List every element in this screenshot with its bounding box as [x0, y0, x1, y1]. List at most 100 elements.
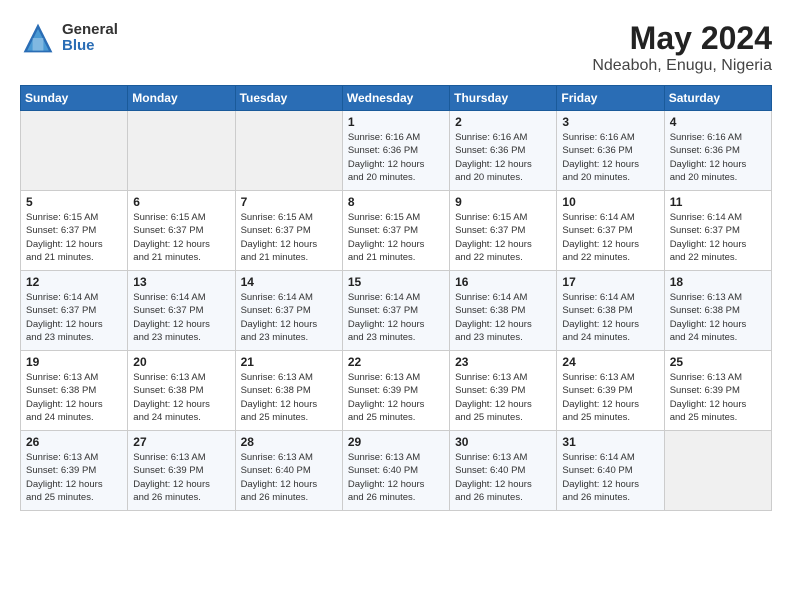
day-info: Sunrise: 6:13 AM Sunset: 6:40 PM Dayligh… — [348, 451, 444, 504]
calendar-week-row: 19 Sunrise: 6:13 AM Sunset: 6:38 PM Dayli… — [21, 351, 772, 431]
day-number: 30 — [455, 435, 551, 449]
calendar-day-cell: 5 Sunrise: 6:15 AM Sunset: 6:37 PM Daylig… — [21, 191, 128, 271]
calendar-day-cell — [235, 111, 342, 191]
day-of-week-header: Wednesday — [342, 86, 449, 111]
day-info: Sunrise: 6:14 AM Sunset: 6:37 PM Dayligh… — [670, 211, 766, 264]
day-info: Sunrise: 6:16 AM Sunset: 6:36 PM Dayligh… — [562, 131, 658, 184]
day-of-week-header: Saturday — [664, 86, 771, 111]
calendar-day-cell: 24Sunrise: 6:13 AM Sunset: 6:39 PM Dayli… — [557, 351, 664, 431]
calendar-day-cell: 4Sunrise: 6:16 AM Sunset: 6:36 PM Daylig… — [664, 111, 771, 191]
day-of-week-header: Sunday — [21, 86, 128, 111]
day-of-week-header: Friday — [557, 86, 664, 111]
calendar-day-cell: 27 Sunrise: 6:13 AM Sunset: 6:39 PM Dayli… — [128, 431, 235, 511]
day-number: 13 — [133, 275, 229, 289]
day-number: 25 — [670, 355, 766, 369]
calendar-day-cell — [664, 431, 771, 511]
logo: General Blue — [20, 20, 118, 56]
calendar-day-cell: 31 Sunrise: 6:14 AM Sunset: 6:40 PM Dayli… — [557, 431, 664, 511]
logo-text: General Blue — [62, 22, 118, 55]
day-info: Sunrise: 6:15 AM Sunset: 6:37 PM Dayligh… — [26, 211, 122, 264]
title-block: May 2024 Ndeaboh, Enugu, Nigeria — [592, 20, 772, 75]
logo-icon — [20, 20, 56, 56]
calendar-day-cell: 19 Sunrise: 6:13 AM Sunset: 6:38 PM Dayli… — [21, 351, 128, 431]
day-info: Sunrise: 6:14 AM Sunset: 6:40 PM Dayligh… — [562, 451, 658, 504]
day-number: 28 — [241, 435, 337, 449]
calendar-day-cell: 18 Sunrise: 6:13 AM Sunset: 6:38 PM Dayli… — [664, 271, 771, 351]
day-info: Sunrise: 6:14 AM Sunset: 6:38 PM Dayligh… — [455, 291, 551, 344]
day-number: 29 — [348, 435, 444, 449]
calendar-day-cell: 29 Sunrise: 6:13 AM Sunset: 6:40 PM Dayli… — [342, 431, 449, 511]
day-info: Sunrise: 6:14 AM Sunset: 6:37 PM Dayligh… — [133, 291, 229, 344]
day-info: Sunrise: 6:14 AM Sunset: 6:38 PM Dayligh… — [562, 291, 658, 344]
day-number: 27 — [133, 435, 229, 449]
day-number: 19 — [26, 355, 122, 369]
day-number: 17 — [562, 275, 658, 289]
day-number: 3 — [562, 115, 658, 129]
day-info: Sunrise: 6:13 AM Sunset: 6:40 PM Dayligh… — [241, 451, 337, 504]
calendar-day-cell: 22 Sunrise: 6:13 AM Sunset: 6:39 PM Dayli… — [342, 351, 449, 431]
day-number: 14 — [241, 275, 337, 289]
calendar-day-cell: 10 Sunrise: 6:14 AM Sunset: 6:37 PM Dayli… — [557, 191, 664, 271]
logo-blue-label: Blue — [62, 38, 118, 55]
calendar-location: Ndeaboh, Enugu, Nigeria — [592, 57, 772, 75]
calendar-day-cell: 7Sunrise: 6:15 AM Sunset: 6:37 PM Daylig… — [235, 191, 342, 271]
day-number: 15 — [348, 275, 444, 289]
days-of-week-row: SundayMondayTuesdayWednesdayThursdayFrid… — [21, 86, 772, 111]
day-number: 23 — [455, 355, 551, 369]
calendar-day-cell: 6Sunrise: 6:15 AM Sunset: 6:37 PM Daylig… — [128, 191, 235, 271]
calendar-day-cell: 1Sunrise: 6:16 AM Sunset: 6:36 PM Daylig… — [342, 111, 449, 191]
day-info: Sunrise: 6:13 AM Sunset: 6:38 PM Dayligh… — [26, 371, 122, 424]
calendar-day-cell: 20 Sunrise: 6:13 AM Sunset: 6:38 PM Dayli… — [128, 351, 235, 431]
logo-general-label: General — [62, 22, 118, 39]
day-number: 18 — [670, 275, 766, 289]
day-info: Sunrise: 6:13 AM Sunset: 6:39 PM Dayligh… — [562, 371, 658, 424]
calendar-day-cell: 17 Sunrise: 6:14 AM Sunset: 6:38 PM Dayli… — [557, 271, 664, 351]
day-info: Sunrise: 6:13 AM Sunset: 6:38 PM Dayligh… — [670, 291, 766, 344]
day-number: 6 — [133, 195, 229, 209]
day-info: Sunrise: 6:15 AM Sunset: 6:37 PM Dayligh… — [455, 211, 551, 264]
calendar-day-cell: 12 Sunrise: 6:14 AM Sunset: 6:37 PM Dayli… — [21, 271, 128, 351]
calendar-day-cell: 9Sunrise: 6:15 AM Sunset: 6:37 PM Daylig… — [450, 191, 557, 271]
day-info: Sunrise: 6:13 AM Sunset: 6:39 PM Dayligh… — [348, 371, 444, 424]
day-of-week-header: Monday — [128, 86, 235, 111]
calendar-day-cell: 14 Sunrise: 6:14 AM Sunset: 6:37 PM Dayli… — [235, 271, 342, 351]
day-info: Sunrise: 6:14 AM Sunset: 6:37 PM Dayligh… — [348, 291, 444, 344]
day-of-week-header: Tuesday — [235, 86, 342, 111]
day-info: Sunrise: 6:14 AM Sunset: 6:37 PM Dayligh… — [562, 211, 658, 264]
day-info: Sunrise: 6:15 AM Sunset: 6:37 PM Dayligh… — [348, 211, 444, 264]
day-number: 22 — [348, 355, 444, 369]
day-info: Sunrise: 6:13 AM Sunset: 6:39 PM Dayligh… — [26, 451, 122, 504]
calendar-day-cell: 2Sunrise: 6:16 AM Sunset: 6:36 PM Daylig… — [450, 111, 557, 191]
calendar-day-cell: 16Sunrise: 6:14 AM Sunset: 6:38 PM Dayli… — [450, 271, 557, 351]
calendar-day-cell: 11 Sunrise: 6:14 AM Sunset: 6:37 PM Dayli… — [664, 191, 771, 271]
day-number: 11 — [670, 195, 766, 209]
day-number: 5 — [26, 195, 122, 209]
day-info: Sunrise: 6:14 AM Sunset: 6:37 PM Dayligh… — [26, 291, 122, 344]
day-info: Sunrise: 6:13 AM Sunset: 6:39 PM Dayligh… — [670, 371, 766, 424]
day-number: 4 — [670, 115, 766, 129]
day-number: 10 — [562, 195, 658, 209]
day-info: Sunrise: 6:13 AM Sunset: 6:38 PM Dayligh… — [133, 371, 229, 424]
day-info: Sunrise: 6:14 AM Sunset: 6:37 PM Dayligh… — [241, 291, 337, 344]
day-info: Sunrise: 6:15 AM Sunset: 6:37 PM Dayligh… — [241, 211, 337, 264]
calendar-day-cell: 3 Sunrise: 6:16 AM Sunset: 6:36 PM Daylig… — [557, 111, 664, 191]
calendar-header: SundayMondayTuesdayWednesdayThursdayFrid… — [21, 86, 772, 111]
day-number: 12 — [26, 275, 122, 289]
calendar-week-row: 12 Sunrise: 6:14 AM Sunset: 6:37 PM Dayli… — [21, 271, 772, 351]
calendar-week-row: 5 Sunrise: 6:15 AM Sunset: 6:37 PM Daylig… — [21, 191, 772, 271]
calendar-day-cell: 30Sunrise: 6:13 AM Sunset: 6:40 PM Dayli… — [450, 431, 557, 511]
day-info: Sunrise: 6:13 AM Sunset: 6:39 PM Dayligh… — [133, 451, 229, 504]
calendar-day-cell: 26Sunrise: 6:13 AM Sunset: 6:39 PM Dayli… — [21, 431, 128, 511]
day-number: 20 — [133, 355, 229, 369]
day-info: Sunrise: 6:13 AM Sunset: 6:39 PM Dayligh… — [455, 371, 551, 424]
day-number: 1 — [348, 115, 444, 129]
calendar-week-row: 1 Sunrise: 6:16 AM Sunset: 6:36 PM Daylig… — [21, 111, 772, 191]
day-number: 31 — [562, 435, 658, 449]
calendar-day-cell: 23 Sunrise: 6:13 AM Sunset: 6:39 PM Dayli… — [450, 351, 557, 431]
calendar-day-cell: 25 Sunrise: 6:13 AM Sunset: 6:39 PM Dayli… — [664, 351, 771, 431]
day-info: Sunrise: 6:16 AM Sunset: 6:36 PM Dayligh… — [455, 131, 551, 184]
calendar-day-cell: 13 Sunrise: 6:14 AM Sunset: 6:37 PM Dayli… — [128, 271, 235, 351]
calendar-day-cell: 15 Sunrise: 6:14 AM Sunset: 6:37 PM Dayli… — [342, 271, 449, 351]
day-number: 8 — [348, 195, 444, 209]
calendar-day-cell — [128, 111, 235, 191]
